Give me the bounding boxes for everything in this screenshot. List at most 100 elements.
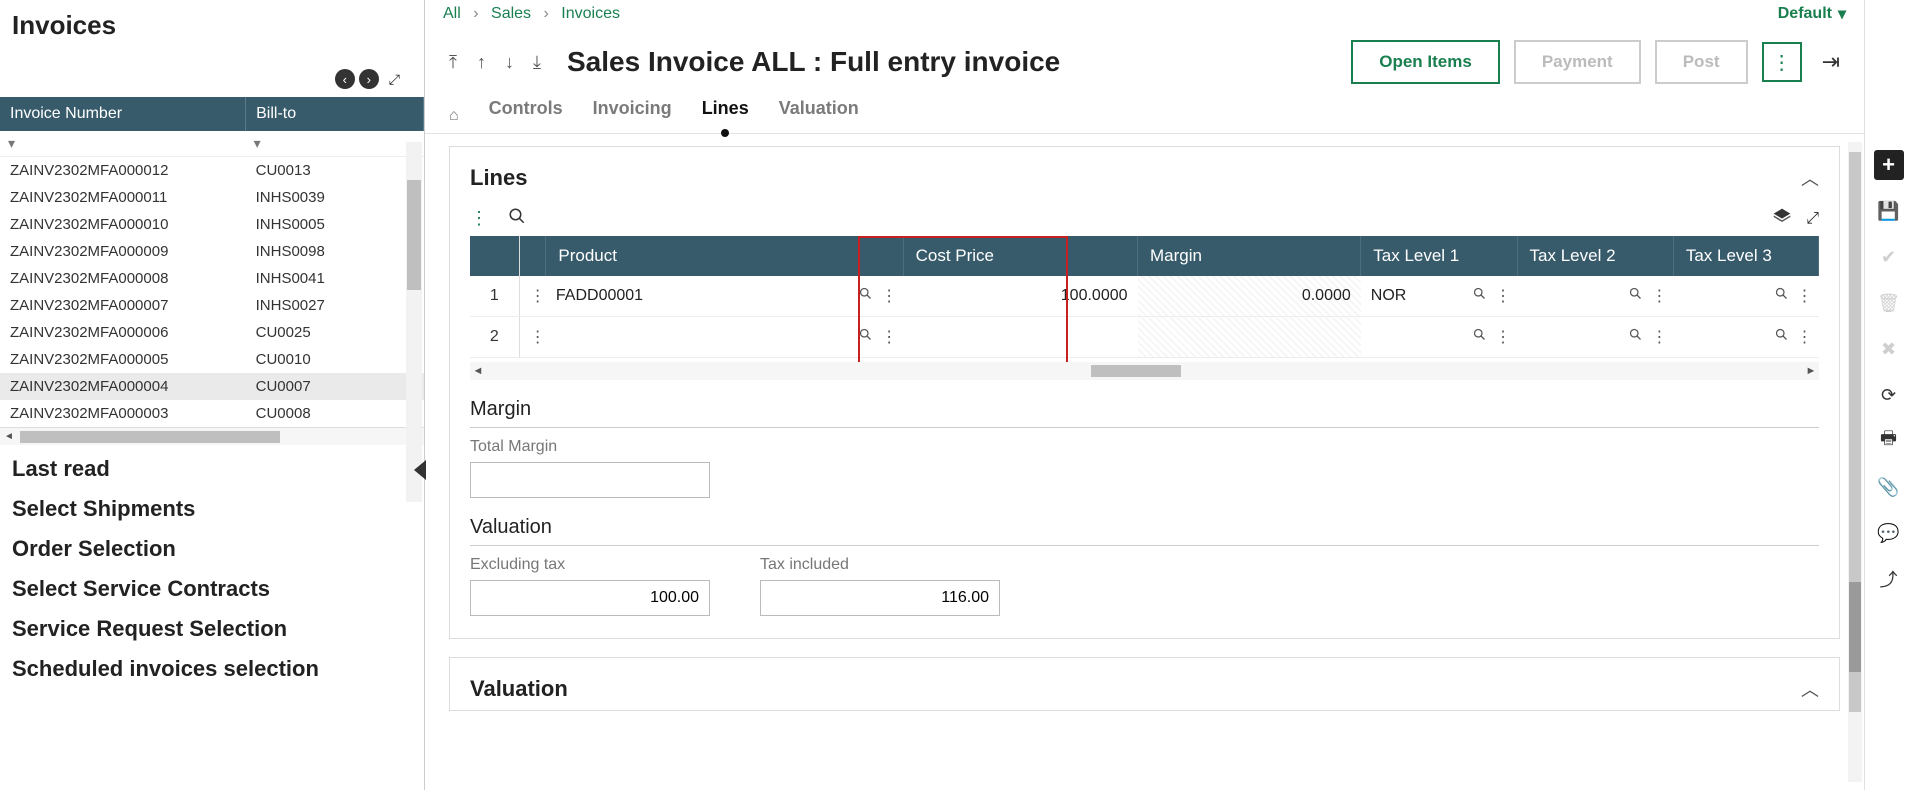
row-actions-icon[interactable]: ⋮ bbox=[519, 276, 546, 317]
nav-up-icon[interactable]: ↑ bbox=[477, 52, 493, 73]
invoice-number: ZAINV2302MFA000003 bbox=[0, 400, 246, 427]
col-tax2[interactable]: Tax Level 2 bbox=[1517, 236, 1673, 276]
cell-product[interactable]: ⋮ bbox=[546, 317, 903, 358]
breadcrumb-sales[interactable]: Sales bbox=[491, 5, 531, 22]
lines-section-title: Lines bbox=[470, 165, 527, 191]
share-icon[interactable]: ⤴ bbox=[1874, 564, 1904, 594]
lookup-icon[interactable] bbox=[1628, 286, 1643, 306]
nav-down-icon[interactable]: ↓ bbox=[505, 52, 521, 73]
cell-menu-icon[interactable]: ⋮ bbox=[881, 327, 897, 347]
cell-margin[interactable]: 0.0000 bbox=[1138, 276, 1361, 317]
tab-lines[interactable]: Lines bbox=[702, 98, 749, 133]
tab-valuation[interactable]: Valuation bbox=[779, 98, 859, 133]
col-invoice-number[interactable]: Invoice Number bbox=[0, 97, 246, 131]
col-bill-to[interactable]: Bill-to bbox=[246, 97, 424, 131]
lookup-icon[interactable] bbox=[1628, 327, 1643, 347]
cell-tax3[interactable]: ⋮ bbox=[1673, 276, 1818, 317]
nav-last-icon[interactable]: ⤓ bbox=[533, 52, 549, 73]
more-actions-button[interactable]: ⋮ bbox=[1762, 42, 1802, 82]
next-page-icon[interactable]: › bbox=[359, 69, 379, 89]
row-actions-icon[interactable]: ⋮ bbox=[519, 317, 546, 358]
cell-tax1[interactable]: NOR ⋮ bbox=[1361, 276, 1517, 317]
lookup-icon[interactable] bbox=[1472, 327, 1487, 347]
cell-menu-icon[interactable]: ⋮ bbox=[1797, 286, 1813, 306]
cell-menu-icon[interactable]: ⋮ bbox=[1495, 286, 1511, 306]
expand-grid-icon[interactable]: ⤢ bbox=[1806, 210, 1819, 228]
lookup-icon[interactable] bbox=[858, 327, 873, 347]
col-tax3[interactable]: Tax Level 3 bbox=[1673, 236, 1818, 276]
cell-tax1[interactable]: ⋮ bbox=[1361, 317, 1517, 358]
tab-invoicing[interactable]: Invoicing bbox=[593, 98, 672, 133]
cell-menu-icon[interactable]: ⋮ bbox=[881, 286, 897, 306]
cell-menu-icon[interactable]: ⋮ bbox=[1651, 327, 1667, 347]
col-tax1[interactable]: Tax Level 1 bbox=[1361, 236, 1517, 276]
filter-icon[interactable]: ▾ bbox=[8, 135, 15, 151]
left-nav-link[interactable]: Service Request Selection bbox=[12, 609, 412, 649]
left-nav-link[interactable]: Select Shipments bbox=[12, 489, 412, 529]
prev-page-icon[interactable]: ‹ bbox=[335, 69, 355, 89]
invoice-row[interactable]: ZAINV2302MFA000011INHS0039 bbox=[0, 184, 424, 211]
collapse-section-icon[interactable]: ︿ bbox=[1801, 676, 1819, 702]
left-scrollbar-horizontal[interactable]: ◄ ► bbox=[0, 427, 424, 445]
tax-included-input[interactable] bbox=[760, 580, 1000, 616]
search-icon[interactable] bbox=[508, 207, 526, 230]
main-scrollbar-vertical[interactable] bbox=[1848, 142, 1862, 782]
lookup-icon[interactable] bbox=[1472, 286, 1487, 306]
excluding-tax-input[interactable] bbox=[470, 580, 710, 616]
left-nav-link[interactable]: Scheduled invoices selection bbox=[12, 649, 412, 689]
col-cost-price[interactable]: Cost Price bbox=[903, 236, 1137, 276]
invoice-row[interactable]: ZAINV2302MFA000005CU0010 bbox=[0, 346, 424, 373]
cell-margin[interactable] bbox=[1138, 317, 1361, 358]
col-margin[interactable]: Margin bbox=[1138, 236, 1361, 276]
breadcrumb-invoices[interactable]: Invoices bbox=[561, 5, 620, 22]
cell-cost-price[interactable] bbox=[903, 317, 1137, 358]
add-icon[interactable]: + bbox=[1874, 150, 1904, 180]
grid-actions-icon[interactable]: ⋮ bbox=[470, 208, 488, 229]
col-product[interactable]: Product bbox=[546, 236, 903, 276]
invoice-row[interactable]: ZAINV2302MFA000009INHS0098 bbox=[0, 238, 424, 265]
collapse-section-icon[interactable]: ︿ bbox=[1801, 165, 1819, 191]
comment-icon[interactable]: 💬 bbox=[1874, 518, 1904, 548]
invoice-row[interactable]: ZAINV2302MFA000006CU0025 bbox=[0, 319, 424, 346]
left-scrollbar-vertical[interactable] bbox=[406, 142, 422, 502]
left-nav-link[interactable]: Select Service Contracts bbox=[12, 569, 412, 609]
cell-cost-price[interactable]: 100.0000 bbox=[903, 276, 1137, 317]
invoice-row[interactable]: ZAINV2302MFA000003CU0008 bbox=[0, 400, 424, 427]
left-nav-link[interactable]: Order Selection bbox=[12, 529, 412, 569]
refresh-icon[interactable]: ⟳ bbox=[1874, 380, 1904, 410]
breadcrumb-all[interactable]: All bbox=[443, 5, 461, 22]
invoice-row[interactable]: ZAINV2302MFA000008INHS0041 bbox=[0, 265, 424, 292]
lookup-icon[interactable] bbox=[858, 286, 873, 306]
cell-tax3[interactable]: ⋮ bbox=[1673, 317, 1818, 358]
left-nav-link[interactable]: Last read bbox=[12, 449, 412, 489]
invoice-row[interactable]: ZAINV2302MFA000012CU0013 bbox=[0, 157, 424, 185]
cell-tax2[interactable]: ⋮ bbox=[1517, 317, 1673, 358]
lookup-icon[interactable] bbox=[1774, 286, 1789, 306]
exit-icon[interactable]: ⇥ bbox=[1822, 49, 1840, 75]
total-margin-input[interactable] bbox=[470, 462, 710, 498]
valuation-panel-title: Valuation bbox=[470, 676, 568, 702]
print-icon[interactable]: 🖶 bbox=[1874, 426, 1904, 456]
line-row[interactable]: 2 ⋮ ⋮ ⋮ ⋮ ⋮ bbox=[470, 317, 1819, 358]
nav-first-icon[interactable]: ⤒ bbox=[449, 52, 465, 73]
invoice-row[interactable]: ZAINV2302MFA000010INHS0005 bbox=[0, 211, 424, 238]
cell-menu-icon[interactable]: ⋮ bbox=[1797, 327, 1813, 347]
tab-controls[interactable]: Controls bbox=[489, 98, 563, 133]
expand-panel-icon[interactable]: ⤢ bbox=[389, 71, 400, 88]
invoice-row[interactable]: ZAINV2302MFA000007INHS0027 bbox=[0, 292, 424, 319]
cell-product[interactable]: FADD00001 ⋮ bbox=[546, 276, 903, 317]
filter-icon[interactable]: ▾ bbox=[254, 135, 261, 151]
home-tab-icon[interactable]: ⌂ bbox=[449, 107, 459, 125]
cell-tax2[interactable]: ⋮ bbox=[1517, 276, 1673, 317]
default-view-dropdown[interactable]: Default ▾ bbox=[1778, 4, 1846, 24]
invoice-row[interactable]: ZAINV2302MFA000004CU0007 bbox=[0, 373, 424, 400]
line-row[interactable]: 1 ⋮ FADD00001 ⋮ 100.0000 0.0000 NOR ⋮ ⋮ … bbox=[470, 276, 1819, 317]
grid-scrollbar-horizontal[interactable]: ◄ ► bbox=[470, 362, 1819, 380]
lookup-icon[interactable] bbox=[1774, 327, 1789, 347]
right-toolbar: + 💾 ✔ 🗑 ✖ ⟳ 🖶 📎 💬 ⤴ bbox=[1864, 0, 1912, 790]
cell-menu-icon[interactable]: ⋮ bbox=[1651, 286, 1667, 306]
layers-icon[interactable] bbox=[1772, 207, 1792, 230]
attach-icon[interactable]: 📎 bbox=[1874, 472, 1904, 502]
cell-menu-icon[interactable]: ⋮ bbox=[1495, 327, 1511, 347]
open-items-button[interactable]: Open Items bbox=[1351, 40, 1500, 84]
